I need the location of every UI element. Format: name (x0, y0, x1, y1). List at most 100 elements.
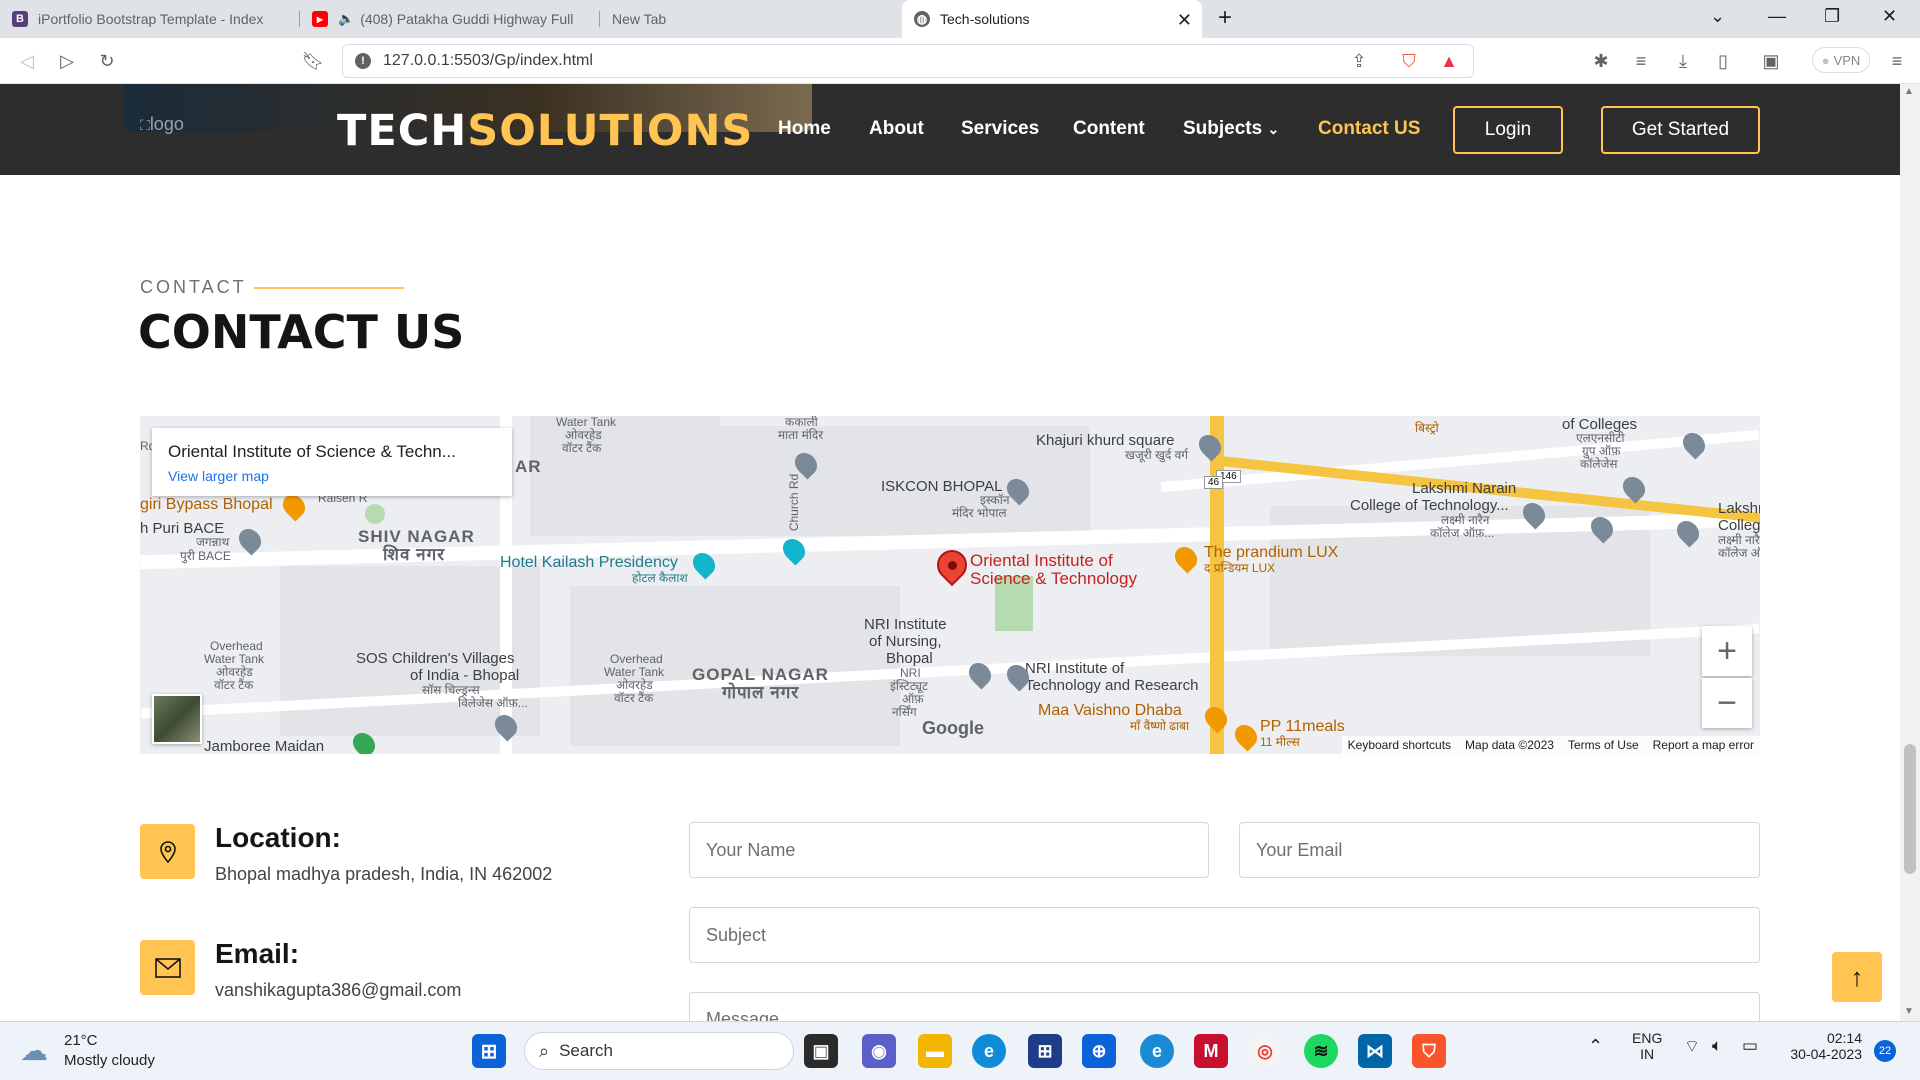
brave-shields-icon[interactable]: ⛉ (1396, 48, 1422, 74)
tab-title: New Tab (612, 11, 667, 27)
share-icon[interactable]: ⇪ (1346, 48, 1372, 74)
nav-services[interactable]: Services (961, 118, 1039, 140)
map-label: 11 मील्स (1260, 735, 1300, 749)
nav-subjects[interactable]: Subjects ⌄ (1183, 118, 1279, 140)
map-label: वॉटर टैंक (614, 691, 654, 705)
get-started-button[interactable]: Get Started (1601, 106, 1760, 154)
report-error-link[interactable]: Report a map error (1653, 738, 1754, 752)
playlist-icon[interactable]: ≡ (1628, 48, 1654, 74)
view-larger-map-link[interactable]: View larger map (168, 468, 496, 484)
extensions-icon[interactable]: ✱ (1588, 48, 1614, 74)
map-label: बिस्ट्रो (1415, 421, 1439, 435)
forward-icon[interactable]: ▷ (54, 48, 80, 74)
address-bar[interactable]: ! 127.0.0.1:5503/Gp/index.html (342, 44, 1474, 78)
site-brand[interactable]: TECHSOLUTIONS (337, 106, 753, 156)
edge-icon[interactable]: e (972, 1034, 1006, 1068)
nav-home[interactable]: Home (778, 118, 831, 140)
map-label: Lakshmi Narain (1412, 480, 1517, 497)
logo-image[interactable]: ⛶logo (140, 114, 184, 135)
keyboard-shortcuts-link[interactable]: Keyboard shortcuts (1348, 738, 1451, 752)
map-label: शिव नगर (383, 545, 446, 564)
new-tab-button[interactable]: + (1218, 4, 1232, 32)
tab-search-icon[interactable]: ⌄ (1710, 6, 1725, 27)
ms-store-icon[interactable]: ⊞ (1028, 1034, 1062, 1068)
nav-content[interactable]: Content (1073, 118, 1145, 140)
language-indicator[interactable]: ENG IN (1632, 1030, 1662, 1062)
chevron-up-icon[interactable]: ⌃ (1588, 1036, 1603, 1057)
message-field[interactable] (689, 992, 1760, 1021)
ie-icon[interactable]: e (1140, 1034, 1174, 1068)
teams-chat-icon[interactable]: ◉ (862, 1034, 896, 1068)
satellite-toggle[interactable] (152, 694, 202, 744)
mcafee-icon[interactable]: M (1194, 1034, 1228, 1068)
download-icon[interactable]: ⤓ (1670, 48, 1696, 74)
vpn-button[interactable]: ● VPN (1812, 47, 1870, 73)
browser-tab[interactable]: New Tab (600, 0, 900, 38)
spotify-icon[interactable]: ≋ (1304, 1034, 1338, 1068)
browser-tab-active[interactable]: ◍ Tech-solutions ✕ (902, 0, 1202, 38)
sidebar-icon[interactable]: ▯ (1710, 48, 1736, 74)
subject-field[interactable] (689, 907, 1760, 963)
restaurant-pin-icon[interactable] (1230, 720, 1262, 752)
terms-link[interactable]: Terms of Use (1568, 738, 1639, 752)
email-field[interactable] (1239, 822, 1760, 878)
brave-rewards-icon[interactable]: ▲ (1436, 48, 1462, 74)
close-tab-icon[interactable]: ✕ (1177, 10, 1192, 31)
page-scrollbar[interactable]: ▲ ▼ (1900, 84, 1920, 1021)
maximize-icon[interactable]: ❐ (1824, 6, 1840, 27)
clock[interactable]: 02:14 30-04-2023 (1780, 1030, 1862, 1062)
map-label: Bhopal (886, 650, 933, 667)
windows-start-icon[interactable]: ⊞ (472, 1034, 506, 1068)
map-label: Lakshmi (1718, 500, 1760, 517)
taskbar-search[interactable]: ⌕ Search (524, 1032, 794, 1070)
email-title: Email: (215, 938, 300, 969)
restaurant-pin-icon[interactable] (1200, 702, 1232, 734)
location-title: Location: (215, 822, 341, 853)
browser-tab[interactable]: ▶ 🔈 (408) Patakha Guddi Highway Full (300, 0, 600, 38)
wallet-icon[interactable]: ▣ (1758, 48, 1784, 74)
site-header: ⛶logo TECHSOLUTIONS Home About Services … (0, 84, 1900, 175)
scroll-up-icon[interactable]: ▲ (1904, 86, 1914, 97)
file-explorer-icon[interactable]: ▬ (918, 1034, 952, 1068)
youtube-favicon-icon: ▶ (312, 11, 328, 27)
school-pin-icon[interactable] (1678, 428, 1710, 460)
embedded-map[interactable]: 146 46 Rd AR SHIV NAGAR शिव नगर GOPAL NA… (140, 416, 1760, 754)
speaker-icon[interactable]: 🔈 (338, 11, 354, 27)
back-icon[interactable]: ◁ (14, 48, 40, 74)
task-view-icon[interactable]: ▣ (804, 1034, 838, 1068)
map-place-title: Oriental Institute of Science & Techn... (168, 442, 456, 461)
restaurant-pin-icon[interactable] (1170, 542, 1202, 574)
wifi-icon[interactable]: ⌔ (1684, 1036, 1700, 1057)
weather-cloud-icon[interactable]: ☁ (20, 1034, 48, 1067)
name-field[interactable] (689, 822, 1209, 878)
nav-contact[interactable]: Contact US (1318, 118, 1420, 140)
close-window-icon[interactable]: ✕ (1882, 6, 1897, 27)
back-to-top-button[interactable]: ↑ (1832, 952, 1882, 1002)
volume-icon[interactable]: 🔈︎ (1712, 1036, 1722, 1056)
brave-icon[interactable]: ⛉ (1412, 1034, 1446, 1068)
nav-about[interactable]: About (869, 118, 924, 140)
scroll-down-icon[interactable]: ▼ (1904, 1006, 1914, 1017)
bookmark-icon[interactable]: 🔖︎ (300, 48, 326, 74)
menu-icon[interactable]: ≡ (1884, 48, 1910, 74)
scrollbar-thumb[interactable] (1904, 744, 1916, 874)
battery-icon[interactable]: ▭ (1742, 1036, 1758, 1056)
map-label: GOPAL NAGAR (692, 665, 829, 684)
reload-icon[interactable]: ↻ (94, 48, 120, 74)
browser-tab[interactable]: B iPortfolio Bootstrap Template - Index (0, 0, 300, 38)
kicker-divider (254, 287, 404, 289)
worship-pin-icon[interactable] (234, 524, 266, 556)
notification-badge[interactable]: 22 (1874, 1040, 1896, 1062)
site-info-icon[interactable]: ! (355, 53, 371, 69)
weather-desc[interactable]: Mostly cloudy (64, 1052, 155, 1069)
login-button[interactable]: Login (1453, 106, 1563, 154)
zoom-in-button[interactable]: + (1702, 626, 1752, 676)
zoom-out-button[interactable]: − (1702, 678, 1752, 728)
weather-temp[interactable]: 21°C (64, 1032, 98, 1049)
vscode-icon[interactable]: ⋈ (1358, 1034, 1392, 1068)
minimize-icon[interactable]: — (1768, 6, 1786, 27)
app-icon[interactable]: ⊕ (1082, 1034, 1116, 1068)
map-label: Church Rd (787, 473, 802, 532)
map-label: NRI Institute (864, 616, 947, 633)
chrome-icon[interactable]: ◎ (1248, 1034, 1282, 1068)
